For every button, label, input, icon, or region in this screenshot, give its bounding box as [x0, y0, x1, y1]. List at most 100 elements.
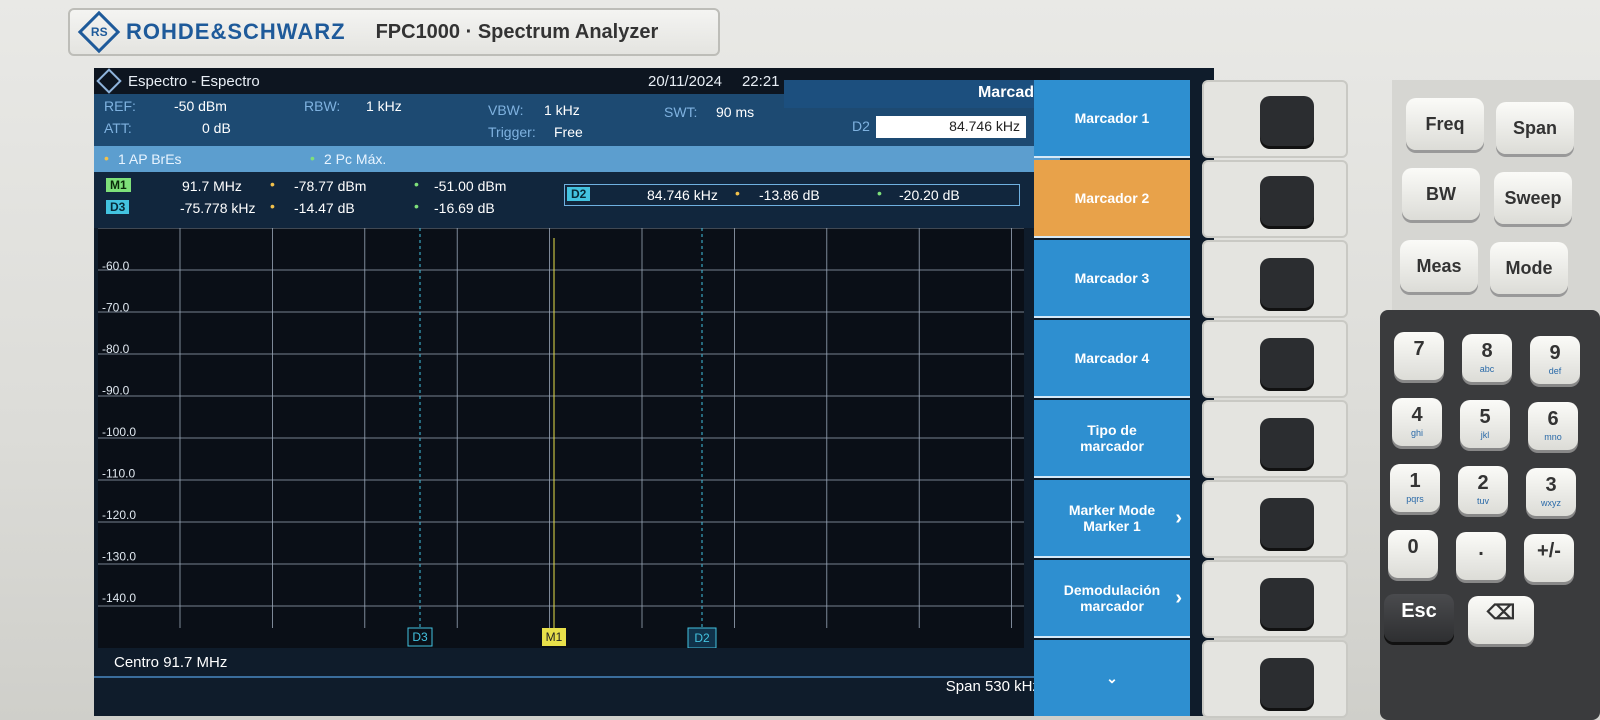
- esc-key[interactable]: Esc: [1384, 594, 1454, 642]
- key-label: 1: [1409, 470, 1421, 492]
- backspace-key[interactable]: ⌫: [1468, 596, 1534, 644]
- bw-key[interactable]: BW: [1402, 168, 1480, 220]
- key-3[interactable]: 3 wxyz: [1526, 468, 1576, 516]
- y-axis-label: -110.0: [102, 467, 135, 481]
- settings-panel: REF: -50 dBm ATT: 0 dB RBW: 1 kHz VBW: 1…: [94, 94, 784, 146]
- key-label: 3: [1545, 474, 1557, 496]
- key-8[interactable]: 8 abc: [1462, 334, 1512, 382]
- rs-logo-icon: RS: [77, 10, 121, 54]
- hw-softkey-7[interactable]: [1260, 578, 1314, 628]
- swt-value[interactable]: 90 ms: [716, 104, 754, 120]
- chevron-right-icon: ›: [1175, 586, 1182, 609]
- softkey-more[interactable]: ⌄: [1034, 640, 1190, 716]
- key-plus-minus[interactable]: +/-: [1524, 534, 1574, 582]
- y-axis-labels: -60.0 -70.0 -80.0 -90.0 -100.0 -110.0 -120.0 -1…: [102, 259, 136, 605]
- key-label: 6: [1547, 408, 1559, 430]
- y-axis-label: -140.0: [102, 591, 136, 605]
- trace-info-bar: • 1 AP BrEs • 2 Pc Máx.: [94, 146, 1060, 172]
- brand-name: ROHDE&SCHWARZ: [126, 19, 346, 44]
- softkey-demodulacion[interactable]: Demodulación marcador ›: [1034, 560, 1190, 638]
- m1-value-trace2: -51.00 dBm: [434, 178, 507, 194]
- d2-value-trace2: -20.20 dB: [899, 187, 960, 203]
- m1-marker-flag[interactable]: M1: [542, 628, 566, 646]
- key-9[interactable]: 9 def: [1530, 336, 1580, 384]
- y-axis-label: -60.0: [102, 259, 130, 273]
- trigger-label: Trigger:: [488, 124, 536, 140]
- mode-key[interactable]: Mode: [1490, 242, 1568, 294]
- meas-key[interactable]: Meas: [1400, 240, 1478, 292]
- softkey-marcador-2[interactable]: Marcador 2: [1034, 160, 1190, 238]
- key-0[interactable]: 0: [1388, 530, 1438, 578]
- key-label: 2: [1477, 472, 1489, 494]
- trigger-value[interactable]: Free: [554, 124, 583, 140]
- m1-flag-label: M1: [546, 630, 563, 644]
- key-label: 5: [1479, 406, 1491, 428]
- softkey-marcador-4[interactable]: Marcador 4: [1034, 320, 1190, 398]
- d2-marker-flag[interactable]: D2: [687, 627, 717, 649]
- key-label: 9: [1549, 342, 1561, 364]
- softkey-marcador-1[interactable]: Marcador 1: [1034, 80, 1190, 158]
- att-label: ATT:: [104, 120, 132, 136]
- key-7[interactable]: 7: [1394, 332, 1444, 380]
- d3-tag[interactable]: D3: [106, 200, 130, 214]
- d3-value-trace1: -14.47 dB: [294, 200, 355, 216]
- key-2[interactable]: 2 tuv: [1458, 466, 1508, 514]
- hw-softkey-6[interactable]: [1260, 498, 1314, 548]
- sweep-key[interactable]: Sweep: [1494, 172, 1572, 224]
- vbw-value[interactable]: 1 kHz: [544, 102, 580, 118]
- d2-value-trace1: -13.86 dB: [759, 187, 820, 203]
- softkey-marker-mode[interactable]: Marker Mode Marker 1 ›: [1034, 480, 1190, 558]
- key-6[interactable]: 6 mno: [1528, 402, 1578, 450]
- hw-softkey-1[interactable]: [1260, 96, 1314, 146]
- m1-value-trace1: -78.77 dBm: [294, 178, 367, 194]
- span-key[interactable]: Span: [1496, 102, 1574, 154]
- softkey-hardware-buttons: [1202, 80, 1352, 720]
- softkey-marcador-3[interactable]: Marcador 3: [1034, 240, 1190, 318]
- footer-divider: [94, 676, 1060, 678]
- d3-freq: -75.778 kHz: [180, 200, 256, 216]
- key-4[interactable]: 4 ghi: [1392, 398, 1442, 446]
- ref-value[interactable]: -50 dBm: [174, 98, 227, 114]
- rbw-label: RBW:: [304, 98, 341, 114]
- hw-softkey-3[interactable]: [1260, 258, 1314, 308]
- d2-frequency-input[interactable]: 84.746 kHz: [876, 116, 1026, 138]
- logo-text: RS: [90, 24, 108, 39]
- d3-marker-flag[interactable]: D3: [407, 627, 433, 647]
- key-decimal[interactable]: .: [1456, 532, 1506, 580]
- hw-softkey-8[interactable]: [1260, 658, 1314, 708]
- key-sublabel: abc: [1479, 364, 1495, 374]
- softkey-tipo-marcador[interactable]: Tipo de marcador: [1034, 400, 1190, 478]
- analyzer-screen: Espectro - Espectro 20/11/2024 22:21 Mar…: [94, 68, 1214, 716]
- att-value[interactable]: 0 dB: [202, 120, 231, 136]
- time-display: 22:21: [741, 72, 780, 90]
- center-frequency[interactable]: Centro 91.7 MHz: [114, 654, 227, 671]
- key-5[interactable]: 5 jkl: [1460, 400, 1510, 448]
- d2-flag-label: D2: [694, 631, 710, 645]
- span-value[interactable]: Span 530 kHz: [946, 678, 1040, 695]
- key-sublabel: tuv: [1476, 496, 1489, 506]
- model-name: FPC1000 · Spectrum Analyzer: [375, 20, 659, 43]
- key-sublabel: jkl: [1480, 430, 1490, 440]
- rbw-value[interactable]: 1 kHz: [366, 98, 402, 114]
- d2-marker-panel[interactable]: D2 84.746 kHz • -13.86 dB • -20.20 dB: [564, 184, 1020, 206]
- key-sublabel: ghi: [1410, 428, 1423, 438]
- marker-table: M1 91.7 MHz • -78.77 dBm • -51.00 dBm D3…: [94, 172, 1060, 228]
- trace2-label[interactable]: 2 Pc Máx.: [324, 151, 386, 167]
- freq-key[interactable]: Freq: [1406, 98, 1484, 150]
- d2-freq: 84.746 kHz: [647, 187, 718, 203]
- numeric-keypad: 7 8 abc 9 def 4 ghi 5 jkl 6 mno 1 pqrs 2 tuv 3 w…: [1380, 310, 1600, 720]
- grid: [98, 227, 1105, 628]
- softkey-menu: Marcador 1 Marcador 2 Marcador 3 Marcado…: [1034, 80, 1190, 716]
- m1-tag[interactable]: M1: [106, 178, 131, 192]
- key-1[interactable]: 1 pqrs: [1390, 464, 1440, 512]
- y-axis-label: -120.0: [102, 508, 136, 522]
- marker-entry-panel: D2 84.746 kHz: [784, 108, 1060, 146]
- chevron-down-icon: ⌄: [1106, 669, 1118, 686]
- spectrum-plot[interactable]: -60.0 -70.0 -80.0 -90.0 -100.0 -110.0 -120.0 -1…: [98, 68, 1105, 649]
- hw-softkey-2[interactable]: [1260, 176, 1314, 226]
- hw-softkey-4[interactable]: [1260, 338, 1314, 388]
- trace1-label[interactable]: 1 AP BrEs: [118, 151, 182, 167]
- hw-softkey-5[interactable]: [1260, 418, 1314, 468]
- softkey-label: Marcador 3: [1074, 270, 1150, 286]
- key-sublabel: pqrs: [1406, 494, 1424, 504]
